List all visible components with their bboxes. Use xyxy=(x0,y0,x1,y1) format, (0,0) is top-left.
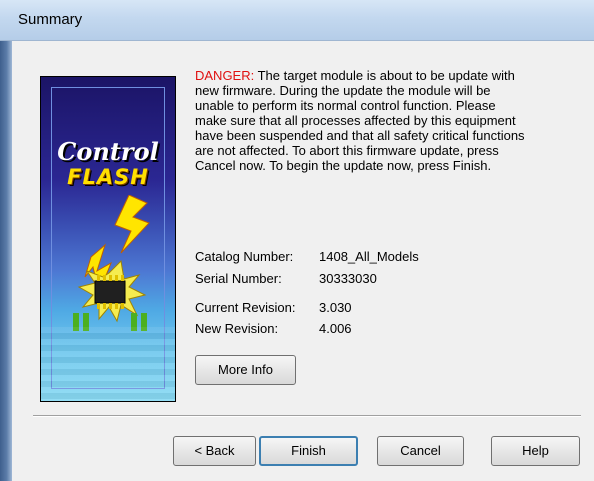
new-revision-value: 4.006 xyxy=(319,321,352,336)
catalog-number-label: Catalog Number: xyxy=(195,249,294,264)
danger-text: The target module is about to be update … xyxy=(195,68,525,173)
controlflash-logo: Control FLASH xyxy=(40,76,176,402)
danger-label: DANGER: xyxy=(195,68,255,83)
help-button[interactable]: Help xyxy=(491,436,580,466)
new-revision-row: New Revision: 4.006 xyxy=(195,321,352,336)
separator xyxy=(33,415,581,417)
more-info-button[interactable]: More Info xyxy=(195,355,296,385)
serial-number-value: 30333030 xyxy=(319,271,377,286)
title-bar[interactable]: Summary xyxy=(0,0,594,41)
back-button[interactable]: < Back xyxy=(173,436,256,466)
catalog-number-value: 1408_All_Models xyxy=(319,249,419,264)
new-revision-label: New Revision: xyxy=(195,321,279,336)
window-frame-left xyxy=(0,41,12,481)
serial-number-label: Serial Number: xyxy=(195,271,282,286)
serial-number-row: Serial Number: 30333030 xyxy=(195,271,377,286)
current-revision-label: Current Revision: xyxy=(195,300,296,315)
danger-message: DANGER: The target module is about to be… xyxy=(195,68,525,173)
catalog-number-row: Catalog Number: 1408_All_Models xyxy=(195,249,419,264)
finish-button[interactable]: Finish xyxy=(259,436,358,466)
cancel-button[interactable]: Cancel xyxy=(377,436,464,466)
logo-title-control: Control xyxy=(57,137,159,166)
chip-lightning-icon xyxy=(73,195,150,331)
logo-title-flash: FLASH xyxy=(67,165,149,189)
window-title: Summary xyxy=(18,11,83,28)
logo-stripes xyxy=(41,327,175,401)
current-revision-value: 3.030 xyxy=(319,300,352,315)
current-revision-row: Current Revision: 3.030 xyxy=(195,300,352,315)
